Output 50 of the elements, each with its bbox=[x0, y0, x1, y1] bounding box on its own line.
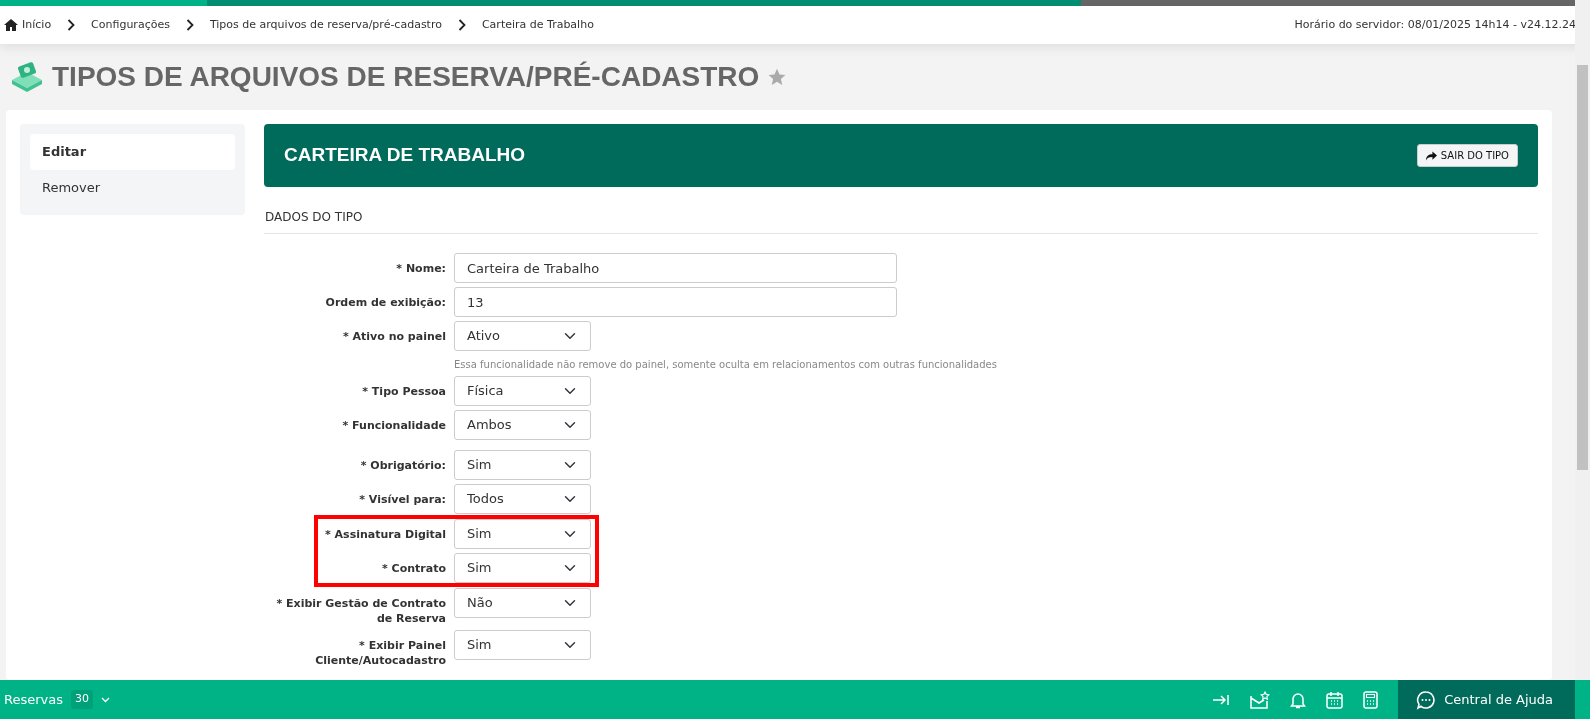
text-field[interactable]: 13 bbox=[454, 287, 897, 317]
arrow-to-bar-icon[interactable] bbox=[1212, 692, 1231, 707]
field-label: * Visível para: bbox=[358, 492, 446, 508]
select-field[interactable]: Ativo bbox=[454, 321, 591, 351]
help-center-button[interactable]: Central de Ajuda bbox=[1398, 680, 1575, 719]
breadcrumb-link[interactable]: Tipos de arquivos de reserva/pré-cadastro bbox=[209, 16, 442, 34]
calendar-icon[interactable] bbox=[1326, 690, 1344, 709]
field-label: * Exibir Painel Cliente/Autocadastro bbox=[314, 638, 446, 668]
help-text: Essa funcionalidade não remove do painel, somente oculta em relacionamentos com outras funcionalidades bbox=[454, 358, 997, 372]
bell-icon[interactable] bbox=[1290, 690, 1307, 709]
calculator-icon[interactable] bbox=[1363, 690, 1379, 709]
chevron-right-icon bbox=[67, 19, 76, 31]
text-field[interactable]: Carteira de Trabalho bbox=[454, 253, 897, 283]
field-label: Ordem de exibição: bbox=[324, 295, 446, 311]
select-field[interactable]: Sim bbox=[454, 553, 591, 583]
field-label: * Assinatura Digital bbox=[324, 527, 446, 543]
count-badge: 30 bbox=[71, 690, 93, 709]
chevron-right-icon bbox=[185, 19, 194, 31]
chevron-down-icon[interactable] bbox=[101, 696, 110, 703]
share-arrow-icon bbox=[1425, 150, 1437, 161]
sidebar-item[interactable]: Remover bbox=[30, 169, 235, 205]
select-field[interactable]: Sim bbox=[454, 519, 591, 549]
field-label: * Contrato bbox=[381, 561, 446, 577]
sidebar-item[interactable]: Editar bbox=[30, 134, 235, 170]
home-icon bbox=[4, 19, 18, 31]
home-link[interactable]: Início bbox=[4, 16, 52, 34]
envelope-star-icon[interactable] bbox=[1250, 690, 1271, 709]
star-icon[interactable] bbox=[767, 67, 788, 87]
record-title: CARTEIRA DE TRABALHO bbox=[284, 144, 525, 167]
breadcrumb-link[interactable]: Configurações bbox=[91, 16, 170, 34]
field-label: * Nome: bbox=[395, 261, 446, 277]
field-label: * Tipo Pessoa bbox=[361, 384, 446, 400]
field-label: * Ativo no painel bbox=[341, 329, 446, 345]
chevron-right-icon bbox=[457, 19, 466, 31]
chat-bubble-icon bbox=[1416, 689, 1437, 710]
server-time: Horário do servidor: 08/01/2025 14h14 - v24.12.24 bbox=[1294, 16, 1576, 33]
select-field[interactable]: Todos bbox=[454, 484, 591, 514]
field-label: * Funcionalidade bbox=[341, 418, 446, 434]
select-field[interactable]: Ambos bbox=[454, 410, 591, 440]
field-label: * Obrigatório: bbox=[359, 458, 446, 474]
page-title: TIPOS DE ARQUIVOS DE RESERVA/PRÉ-CADASTRO bbox=[52, 60, 760, 94]
cash-stack-icon bbox=[10, 62, 44, 92]
select-field[interactable]: Sim bbox=[454, 630, 591, 660]
select-field[interactable]: Física bbox=[454, 376, 591, 406]
breadcrumb-current: Carteira de Trabalho bbox=[481, 16, 594, 33]
select-field[interactable]: Não bbox=[454, 588, 591, 618]
exit-button[interactable]: SAIR DO TIPO bbox=[1416, 144, 1518, 167]
section-title: DADOS DO TIPO bbox=[264, 187, 1538, 234]
select-field[interactable]: Sim bbox=[454, 450, 591, 480]
field-label: * Exibir Gestão de Contrato de Reserva bbox=[275, 596, 446, 626]
